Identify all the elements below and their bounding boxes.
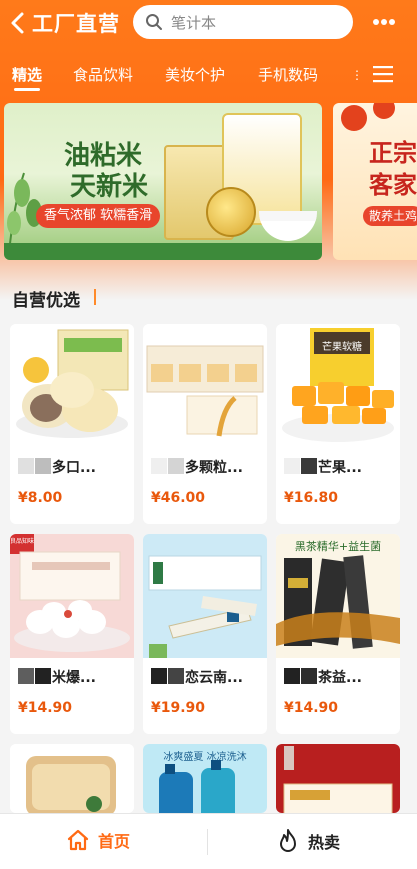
product-card[interactable]: 良品知味 米爆... ¥14.90 [10, 534, 134, 734]
product-price: ¥14.90 [18, 700, 73, 716]
product-image-shower-gel: 冰爽盛夏 冰凉洗沐 [143, 744, 267, 813]
product-3-package-label: 芒果软糖 [322, 340, 362, 353]
nav-hot-label: 热卖 [308, 833, 341, 852]
product-price: ¥19.90 [151, 700, 206, 716]
back-arrow-icon[interactable] [8, 11, 28, 35]
page-title: 工厂直营 [32, 12, 120, 36]
product-name: 米爆... [18, 667, 128, 689]
tab-food-drinks[interactable]: 食品饮料 [73, 64, 133, 85]
product-6-banner-text: 黑茶精华+益生菌 [295, 539, 381, 553]
product-4-brand-label: 良品知味 [10, 537, 34, 545]
menu-icon[interactable] [373, 65, 393, 83]
product-price: ¥46.00 [151, 490, 206, 506]
home-icon [67, 829, 89, 851]
product-card[interactable] [276, 744, 400, 813]
active-tab-indicator [14, 88, 40, 91]
search-input[interactable]: 笔计本 [133, 5, 353, 39]
section-title: 自营优选 [12, 291, 80, 311]
product-card[interactable]: 多口... ¥8.00 [10, 324, 134, 524]
tab-overflow-indicator: ⋮ [351, 68, 363, 82]
promo-banner-main[interactable]: 油粘米 天新米 香气浓郁 软糯香滑 [4, 103, 322, 260]
product-image-tea-drink: 黑茶精华+益生菌 [276, 534, 400, 658]
product-name: 恋云南... [151, 667, 261, 689]
tab-beauty-care[interactable]: 美妆个护 [165, 64, 225, 85]
product-8-banner-text: 冰爽盛夏 冰凉洗沐 [163, 750, 246, 763]
banner-footer-strip [4, 243, 322, 260]
product-card[interactable]: 冰爽盛夏 冰凉洗沐 [143, 744, 267, 813]
search-icon [146, 14, 162, 30]
promo-banner-secondary[interactable]: 正宗客家 散养土鸡 [333, 103, 417, 260]
more-dots-icon[interactable] [372, 18, 396, 26]
product-price: ¥14.90 [284, 700, 339, 716]
product-name: 多颗粒... [151, 457, 261, 479]
category-tabs: 精选 食品饮料 美妆个护 手机数码 ⋮ [0, 56, 417, 92]
product-name: 芒果... [284, 457, 394, 479]
product-image-buns [10, 324, 134, 448]
lantern-decoration [341, 105, 367, 131]
rice-bowl-image [259, 211, 317, 241]
banner2-headline: 正宗客家 [369, 139, 417, 199]
banner-tagline: 香气浓郁 软糯香滑 [36, 204, 161, 228]
nav-divider [207, 829, 208, 855]
product-price: ¥8.00 [18, 490, 63, 506]
award-medal-image [206, 187, 256, 237]
product-name: 多口... [18, 457, 128, 479]
product-image-oat-boxes [143, 324, 267, 448]
product-image-snack-box: 良品知味 [10, 534, 134, 658]
product-name: 茶益... [284, 667, 394, 689]
product-image-bread [10, 744, 134, 813]
nav-home-label: 首页 [98, 832, 131, 851]
product-card[interactable]: 芒果软糖 芒果... ¥16.80 [276, 324, 400, 524]
product-card[interactable]: 恋云南... ¥19.90 [143, 534, 267, 734]
flame-icon [280, 829, 296, 852]
product-card[interactable]: 多颗粒... ¥46.00 [143, 324, 267, 524]
top-bar: 工厂直营 笔计本 [0, 0, 417, 46]
section-title-accent [94, 289, 96, 305]
nav-home[interactable]: 首页 [66, 828, 130, 852]
product-card[interactable]: 黑茶精华+益生菌 茶益... ¥14.90 [276, 534, 400, 734]
product-card[interactable] [10, 744, 134, 813]
banner-headline-2: 天新米 [70, 172, 149, 202]
bottom-navigation: 首页 热卖 [0, 813, 417, 869]
product-image-gift-box [276, 744, 400, 813]
tab-phones-digital[interactable]: 手机数码 [258, 64, 318, 85]
banner2-tagline: 散养土鸡 [363, 206, 417, 226]
product-price: ¥16.80 [284, 490, 339, 506]
product-image-toothpaste [143, 534, 267, 658]
tab-featured[interactable]: 精选 [12, 64, 42, 85]
product-image-mango-candy: 芒果软糖 [276, 324, 400, 448]
lantern-decoration [373, 103, 395, 119]
search-placeholder: 笔计本 [171, 13, 217, 32]
nav-hot-sale[interactable]: 热卖 [276, 828, 340, 854]
